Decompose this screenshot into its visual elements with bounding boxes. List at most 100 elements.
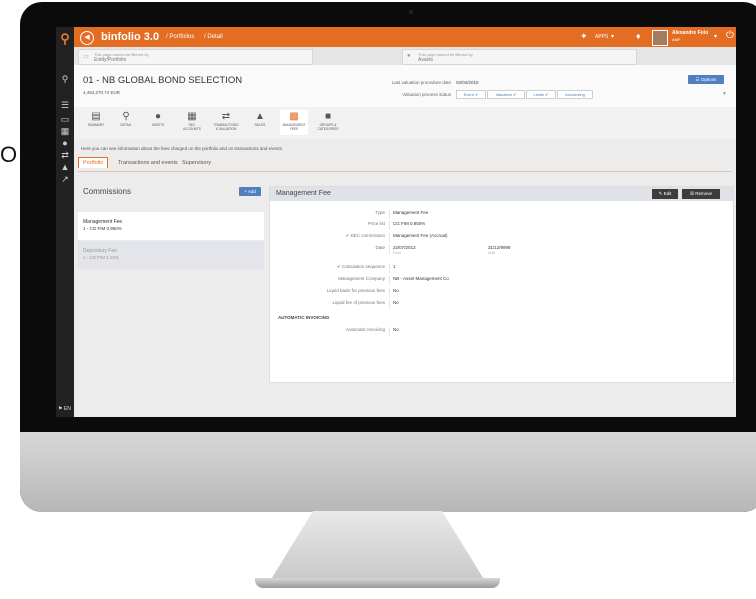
- field-value: Management Fee: [393, 210, 429, 215]
- detail-row-management-company: Management Company NB - Asset Management…: [270, 276, 733, 285]
- navigation-tabs: ▤ SUMMARY ⚲ DETAIL ● ASSETS ▦ DEC ACCOUNTS ⇄ T…: [74, 107, 736, 139]
- tab-rules[interactable]: ▲ RULES: [246, 110, 274, 135]
- status-label: Event: [463, 92, 474, 97]
- app-screen: ⚲ ⚲ ☰ ▭ ▦ ● ⇄ ▲ ↗ ⚑ EN ◀ binfolio 3.0 / …: [56, 27, 736, 417]
- tab-transactions[interactable]: ⇄ TRANSACTIONS & VALUATION: [212, 110, 240, 135]
- date-from-caption: From: [393, 251, 402, 255]
- commission-item-depositary-fee[interactable]: Depositary Fee 1 - CD FIM 1.20%: [78, 241, 264, 269]
- breadcrumb-portfolios[interactable]: / Portfolios: [166, 34, 194, 40]
- field-label: Automatic Invoicing: [345, 327, 385, 332]
- user-name[interactable]: Alexandre Folo: [672, 30, 708, 36]
- tab-dec-accounts[interactable]: ▦ DEC ACCOUNTS: [178, 110, 206, 135]
- breadcrumb-detail: / Detail: [204, 34, 223, 40]
- monitor-base: [255, 578, 500, 588]
- check-circle-icon: ✔: [336, 264, 341, 269]
- assets-filter[interactable]: ● This page cannot be filtered by Assets: [402, 49, 637, 65]
- last-valuation-label: Last valuation procedure date: [391, 80, 451, 85]
- status-badge-event[interactable]: Event ✔: [456, 90, 486, 99]
- date-to-caption: Until: [488, 251, 496, 255]
- coins-icon: ●: [154, 111, 162, 122]
- tab-management-fees[interactable]: ▩ MANAGEMENT FEES: [280, 110, 308, 135]
- background-letter: O: [0, 142, 18, 167]
- tab-label: RULES: [254, 123, 266, 127]
- detail-row-date: Date 22/07/2013 From 31/12/9999 Until: [270, 245, 733, 255]
- assets-icon[interactable]: ●: [59, 137, 71, 149]
- status-badge-valuation[interactable]: Valuation ✔: [487, 90, 525, 99]
- tab-assets[interactable]: ● ASSETS: [144, 110, 172, 135]
- commissions-title: Commissions: [83, 187, 132, 196]
- info-text: Here you can see information about the f…: [81, 146, 284, 151]
- language-selector[interactable]: ⚑ EN: [58, 406, 71, 412]
- detail-row-type: Type Management Fee: [270, 210, 733, 219]
- add-commission-button[interactable]: + Add: [239, 187, 261, 196]
- avatar[interactable]: [652, 30, 668, 46]
- tab-label: ACCOUNTS: [183, 127, 201, 131]
- apps-icon[interactable]: ✦: [580, 31, 588, 42]
- field-label: Price list: [367, 221, 385, 226]
- tab-summary[interactable]: ▤ SUMMARY: [82, 110, 110, 135]
- user-menu-chevron-icon[interactable]: ▾: [714, 33, 717, 40]
- row-divider: [389, 276, 390, 285]
- subtab-supervisory[interactable]: Supervisory: [182, 160, 211, 166]
- folder-icon: ▭: [83, 54, 89, 60]
- status-label: Valuation: [495, 92, 512, 97]
- field-label-text: Calculation sequence: [341, 264, 385, 269]
- expand-chevron-icon[interactable]: ▼: [722, 91, 727, 97]
- options-button[interactable]: ☰ Options: [688, 75, 724, 84]
- remove-button[interactable]: ☒ Remove: [682, 189, 720, 199]
- add-label: Add: [247, 189, 256, 194]
- row-divider: [389, 210, 390, 219]
- field-label: ✔ Calculation sequence: [270, 264, 385, 270]
- edit-label: Edit: [663, 191, 672, 196]
- folder-icon[interactable]: ▭: [59, 113, 71, 125]
- menu-icon[interactable]: ☰: [59, 99, 71, 111]
- field-label-text: DEC commission: [350, 233, 385, 238]
- status-badge-accounting[interactable]: Accounting: [557, 90, 593, 99]
- tab-label: FEES: [289, 127, 299, 131]
- field-value: No: [393, 288, 399, 293]
- filter-row: ▭ This page cannot be filtered by Entity…: [74, 47, 736, 65]
- row-divider: [389, 264, 390, 273]
- logo-icon: ⚲: [60, 31, 70, 46]
- back-button[interactable]: ◀: [80, 31, 94, 45]
- commission-item-management-fee[interactable]: Management Fee 1 - CG FIM 0.950%: [78, 212, 264, 240]
- commission-value: 1 - CG FIM 0.950%: [83, 226, 122, 231]
- field-value: Management Fee (Accrual): [393, 233, 448, 238]
- bell-icon[interactable]: ♦: [636, 31, 641, 41]
- row-divider: [389, 288, 390, 297]
- search-icon[interactable]: ⚲: [59, 73, 71, 85]
- power-icon[interactable]: ⏻: [726, 30, 734, 41]
- field-label: Date: [375, 245, 385, 250]
- tab-label: DETAIL: [120, 123, 132, 127]
- subtab-portfolio[interactable]: Portfolio: [78, 157, 109, 168]
- monitor-chin: [20, 432, 756, 512]
- detail-title: Management Fee: [276, 190, 331, 197]
- tab-detail[interactable]: ⚲ DETAIL: [112, 110, 140, 135]
- user-role: AMF: [672, 37, 681, 42]
- remove-label: Remove: [695, 191, 713, 196]
- chevron-down-icon[interactable]: ▾: [611, 33, 614, 40]
- detail-row-liquid-fee: Liquid fee of previous fees No: [270, 300, 733, 309]
- bar-chart-icon: ▤: [91, 111, 101, 122]
- portfolio-value: 4,484,270.74 EUR: [83, 90, 121, 95]
- filter-value: Entity/Portfolio: [94, 57, 127, 63]
- edit-button[interactable]: ✎ Edit: [652, 189, 678, 199]
- last-valuation-value: 02/04/2015: [456, 80, 479, 85]
- transactions-icon[interactable]: ⇄: [59, 149, 71, 161]
- briefcase-icon[interactable]: ▦: [59, 125, 71, 137]
- monitor-stand: [270, 511, 485, 581]
- status-label: Accounting: [565, 92, 585, 97]
- status-badge-limits[interactable]: Limits ✔: [526, 90, 556, 99]
- rules-icon[interactable]: ▲: [59, 161, 71, 173]
- options-label: Options: [700, 77, 717, 82]
- tab-groups-categories[interactable]: ■ GROUPS & CATEGORIES: [314, 110, 342, 135]
- subtab-transactions-events[interactable]: Transactions and events: [118, 160, 178, 166]
- hierarchy-icon: ▲: [255, 111, 265, 122]
- app-brand: binfolio 3.0: [101, 31, 160, 43]
- briefcase-icon: ▦: [187, 111, 197, 122]
- folder-icon: ■: [324, 111, 332, 122]
- entity-filter[interactable]: ▭ This page cannot be filtered by Entity…: [78, 49, 313, 65]
- apps-menu[interactable]: APPS: [595, 34, 608, 40]
- chart-icon[interactable]: ↗: [59, 173, 71, 185]
- tab-label: CATEGORIES: [317, 127, 339, 131]
